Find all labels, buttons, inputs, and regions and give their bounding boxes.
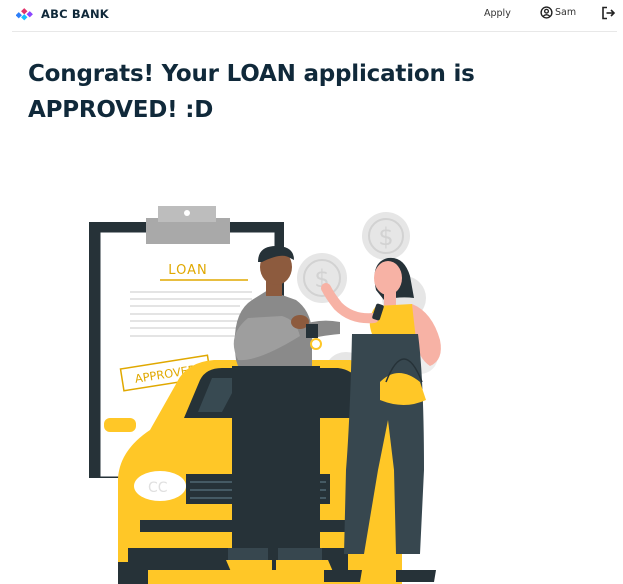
page-title: Congrats! Your LOAN application is APPRO… <box>28 61 475 123</box>
clipboard-illustration: LOAN APPROVED <box>89 206 284 478</box>
user-circle-icon <box>540 6 553 19</box>
approved-stamp-label: APPROVED <box>134 362 198 386</box>
dollar-coins-illustration: $ $ <box>297 212 438 396</box>
man-illustration <box>226 246 340 574</box>
user-name: Sam <box>555 7 577 18</box>
nav-apply-link[interactable]: Apply <box>484 8 511 19</box>
brand-name: ABC BANK <box>41 7 109 21</box>
coin-symbol-2: $ <box>314 265 329 293</box>
brand-logo-icon <box>16 8 33 21</box>
navbar: ABC BANK Apply Sam <box>12 0 617 32</box>
user-menu[interactable]: Sam <box>540 6 576 19</box>
clipboard-label: LOAN <box>168 263 207 278</box>
coin-symbol-1: $ <box>378 223 393 251</box>
yellow-car-illustration: CC <box>104 360 402 584</box>
logout-icon[interactable] <box>601 6 616 20</box>
woman-illustration <box>321 257 441 582</box>
svg-text:CC: CC <box>148 480 168 496</box>
brand-link[interactable]: ABC BANK <box>16 4 109 24</box>
